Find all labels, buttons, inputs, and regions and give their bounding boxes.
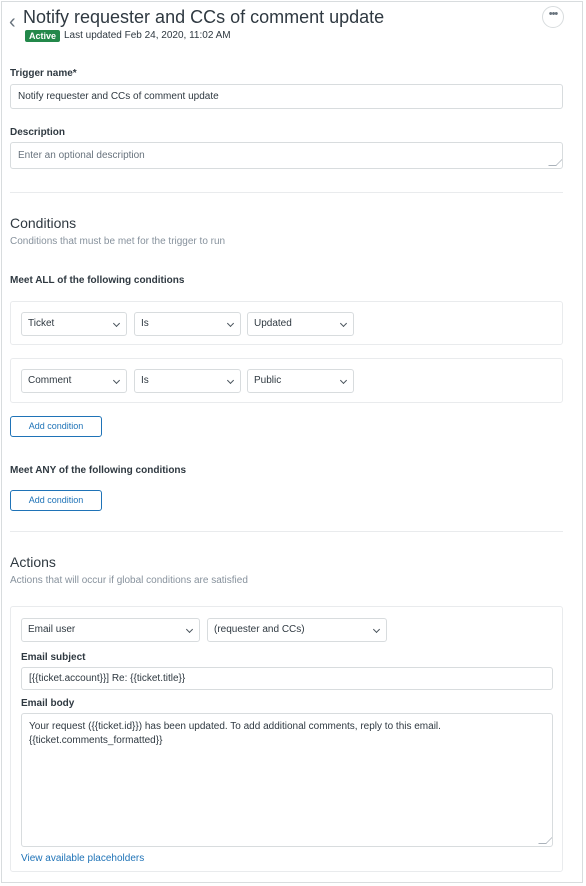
description-label: Description — [10, 127, 66, 138]
page-title: Notify requester and CCs of comment upda… — [23, 7, 385, 27]
select-value: Comment — [28, 375, 72, 386]
action-type-select[interactable]: Email user — [21, 618, 200, 642]
last-updated-text: Last updated Feb 24, 2020, 11:02 AM — [64, 30, 231, 41]
email-body-textarea[interactable]: Your request ({{ticket.id}}) has been up… — [21, 713, 553, 847]
chevron-down-icon — [226, 319, 235, 328]
condition-operator-select[interactable]: Is — [134, 312, 241, 336]
actions-subtitle: Actions that will occur if global condit… — [10, 575, 248, 586]
status-badge: Active — [25, 30, 61, 42]
description-placeholder: Enter an optional description — [18, 150, 145, 161]
chevron-down-icon — [185, 625, 194, 634]
conditions-subtitle: Conditions that must be met for the trig… — [10, 236, 226, 247]
select-value: Email user — [28, 624, 76, 635]
email-body-text: Your request ({{ticket.id}}) has been up… — [29, 721, 441, 746]
select-value: Ticket — [28, 318, 55, 329]
trigger-name-input[interactable]: Notify requester and CCs of comment upda… — [10, 84, 563, 109]
view-placeholders-link[interactable]: View available placeholders — [21, 853, 144, 865]
email-subject-label: Email subject — [21, 652, 86, 663]
conditions-heading: Conditions — [10, 215, 77, 231]
more-options-button[interactable]: ••• — [542, 6, 564, 28]
meet-any-label: Meet ANY of the following conditions — [10, 465, 187, 476]
resize-handle-icon[interactable] — [548, 158, 562, 166]
ellipsis-icon: ••• — [548, 8, 559, 20]
condition-value-select[interactable]: Public — [247, 369, 354, 393]
chevron-down-icon — [112, 319, 121, 328]
email-subject-input[interactable]: [{{ticket.account}}] Re: {{ticket.title}… — [21, 667, 553, 690]
meet-all-label: Meet ALL of the following conditions — [10, 275, 185, 286]
chevron-down-icon — [112, 376, 121, 385]
actions-heading: Actions — [10, 554, 56, 570]
select-value: (requester and CCs) — [214, 624, 305, 635]
condition-field-select[interactable]: Ticket — [21, 312, 127, 336]
add-any-condition-button[interactable]: Add condition — [10, 490, 102, 511]
description-textarea[interactable]: Enter an optional description — [10, 142, 563, 169]
condition-value-select[interactable]: Updated — [247, 312, 354, 336]
back-chevron-icon[interactable]: ‹ — [9, 12, 23, 32]
email-body-label: Email body — [21, 698, 75, 709]
select-value: Updated — [254, 318, 292, 329]
trigger-name-label: Trigger name* — [10, 68, 77, 79]
chevron-down-icon — [339, 376, 348, 385]
divider — [10, 192, 563, 193]
resize-handle-icon[interactable] — [538, 836, 552, 844]
chevron-down-icon — [372, 625, 381, 634]
select-value: Is — [141, 318, 149, 329]
select-value: Is — [141, 375, 149, 386]
recipient-select[interactable]: (requester and CCs) — [207, 618, 387, 642]
add-all-condition-button[interactable]: Add condition — [10, 416, 102, 437]
condition-row: Ticket Is Updated — [10, 301, 563, 345]
condition-row: Comment Is Public — [10, 358, 563, 403]
chevron-down-icon — [226, 376, 235, 385]
condition-operator-select[interactable]: Is — [134, 369, 241, 393]
chevron-down-icon — [339, 319, 348, 328]
condition-field-select[interactable]: Comment — [21, 369, 127, 393]
divider — [10, 531, 563, 532]
select-value: Public — [254, 375, 282, 386]
